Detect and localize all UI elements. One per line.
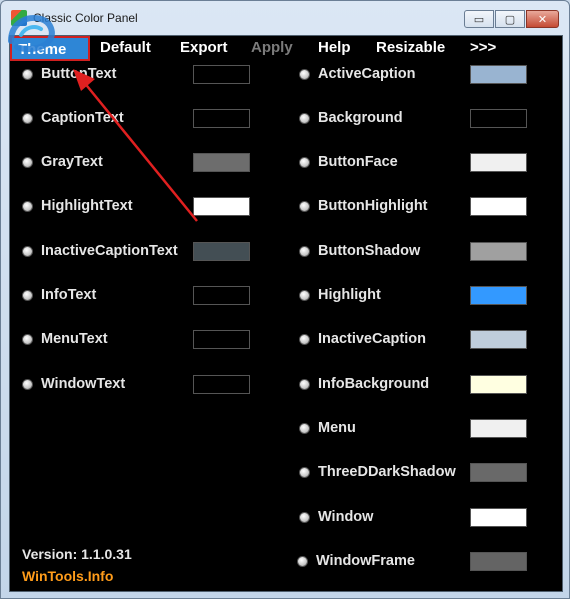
color-row-windowtext[interactable]: WindowText (22, 375, 252, 395)
color-row-background[interactable]: Background (299, 109, 529, 129)
color-swatch[interactable] (470, 463, 527, 482)
color-label: InactiveCaption (318, 331, 426, 347)
color-row-buttontext[interactable]: ButtonText (22, 65, 252, 85)
color-label: GrayText (41, 154, 103, 170)
color-row-threeddarkshadow[interactable]: ThreeDDarkShadow (299, 463, 529, 483)
radio-button[interactable] (299, 379, 310, 390)
color-swatch[interactable] (193, 330, 250, 349)
menu-help[interactable]: Help (318, 39, 351, 56)
radio-button[interactable] (22, 290, 33, 301)
color-swatch[interactable] (470, 508, 527, 527)
radio-button[interactable] (299, 69, 310, 80)
radio-button[interactable] (299, 334, 310, 345)
maximize-button[interactable]: ▢ (495, 10, 525, 28)
color-row-captiontext[interactable]: CaptionText (22, 109, 252, 129)
color-swatch[interactable] (193, 286, 250, 305)
color-row-window[interactable]: Window (299, 508, 529, 528)
color-label: ThreeDDarkShadow (318, 464, 456, 480)
color-label: ButtonText (41, 66, 117, 82)
radio-button[interactable] (299, 201, 310, 212)
color-row-buttonhighlight[interactable]: ButtonHighlight (299, 197, 529, 217)
radio-button[interactable] (22, 201, 33, 212)
radio-button[interactable] (22, 334, 33, 345)
color-label: InfoText (41, 287, 97, 303)
color-label: ButtonShadow (318, 243, 421, 259)
color-row-highlighttext[interactable]: HighlightText (22, 197, 252, 217)
radio-button[interactable] (299, 157, 310, 168)
radio-button[interactable] (299, 423, 310, 434)
color-row-activecaption[interactable]: ActiveCaption (299, 65, 529, 85)
color-label: WindowFrame (316, 553, 415, 569)
color-row-menu[interactable]: Menu (299, 419, 529, 439)
color-row-windowframe[interactable]: WindowFrame (297, 552, 529, 572)
color-label: Menu (318, 420, 356, 436)
color-row-infobackground[interactable]: InfoBackground (299, 375, 529, 395)
menu-apply[interactable]: Apply (251, 39, 293, 56)
radio-button[interactable] (299, 467, 310, 478)
color-row-graytext[interactable]: GrayText (22, 153, 252, 173)
color-label: Highlight (318, 287, 381, 303)
color-swatch[interactable] (193, 153, 250, 172)
color-swatch[interactable] (470, 109, 527, 128)
color-row-infotext[interactable]: InfoText (22, 286, 252, 306)
radio-button[interactable] (22, 379, 33, 390)
menu-bar: Theme Default Export Apply Help Resizabl… (10, 36, 562, 62)
color-row-buttonface[interactable]: ButtonFace (299, 153, 529, 173)
color-label: WindowText (41, 376, 126, 392)
radio-button[interactable] (299, 246, 310, 257)
menu-more[interactable]: >>> (470, 39, 496, 56)
menu-default[interactable]: Default (100, 39, 151, 56)
radio-button[interactable] (22, 157, 33, 168)
radio-button[interactable] (299, 512, 310, 523)
wintools-link[interactable]: WinTools.Info (22, 568, 113, 584)
color-label: ActiveCaption (318, 66, 416, 82)
color-swatch[interactable] (470, 330, 527, 349)
color-swatch[interactable] (470, 552, 527, 571)
close-button[interactable]: ✕ (526, 10, 559, 28)
color-row-inactivecaptiontext[interactable]: InactiveCaptionText (22, 242, 252, 262)
color-swatch[interactable] (470, 375, 527, 394)
app-window: Classic Color Panel ▭ ▢ ✕ Theme Default … (0, 0, 570, 599)
color-label: InfoBackground (318, 376, 430, 392)
color-row-inactivecaption[interactable]: InactiveCaption (299, 330, 529, 350)
color-label: Background (318, 110, 403, 126)
minimize-button[interactable]: ▭ (464, 10, 494, 28)
color-swatch[interactable] (193, 109, 250, 128)
color-label: CaptionText (41, 110, 124, 126)
title-bar[interactable]: Classic Color Panel ▭ ▢ ✕ (1, 1, 569, 35)
radio-button[interactable] (22, 246, 33, 257)
watermark-logo-icon (8, 15, 55, 52)
color-swatch[interactable] (193, 65, 250, 84)
radio-button[interactable] (22, 113, 33, 124)
color-row-menutext[interactable]: MenuText (22, 330, 252, 350)
color-swatch[interactable] (470, 419, 527, 438)
color-label: MenuText (41, 331, 108, 347)
radio-button[interactable] (297, 556, 308, 567)
color-row-buttonshadow[interactable]: ButtonShadow (299, 242, 529, 262)
color-swatch[interactable] (470, 286, 527, 305)
menu-resizable[interactable]: Resizable (376, 39, 445, 56)
color-swatch[interactable] (470, 153, 527, 172)
color-swatch[interactable] (470, 242, 527, 261)
version-text: Version: 1.1.0.31 (22, 546, 132, 562)
color-panel: Theme Default Export Apply Help Resizabl… (9, 35, 563, 592)
color-label: Window (318, 509, 374, 525)
menu-export[interactable]: Export (180, 39, 228, 56)
color-swatch[interactable] (193, 242, 250, 261)
color-label: ButtonHighlight (318, 198, 428, 214)
color-row-highlight[interactable]: Highlight (299, 286, 529, 306)
radio-button[interactable] (22, 69, 33, 80)
color-swatch[interactable] (470, 197, 527, 216)
color-label: InactiveCaptionText (41, 243, 178, 259)
color-swatch[interactable] (470, 65, 527, 84)
radio-button[interactable] (299, 290, 310, 301)
color-swatch[interactable] (193, 375, 250, 394)
color-swatch[interactable] (193, 197, 250, 216)
color-label: HighlightText (41, 198, 133, 214)
radio-button[interactable] (299, 113, 310, 124)
color-label: ButtonFace (318, 154, 398, 170)
